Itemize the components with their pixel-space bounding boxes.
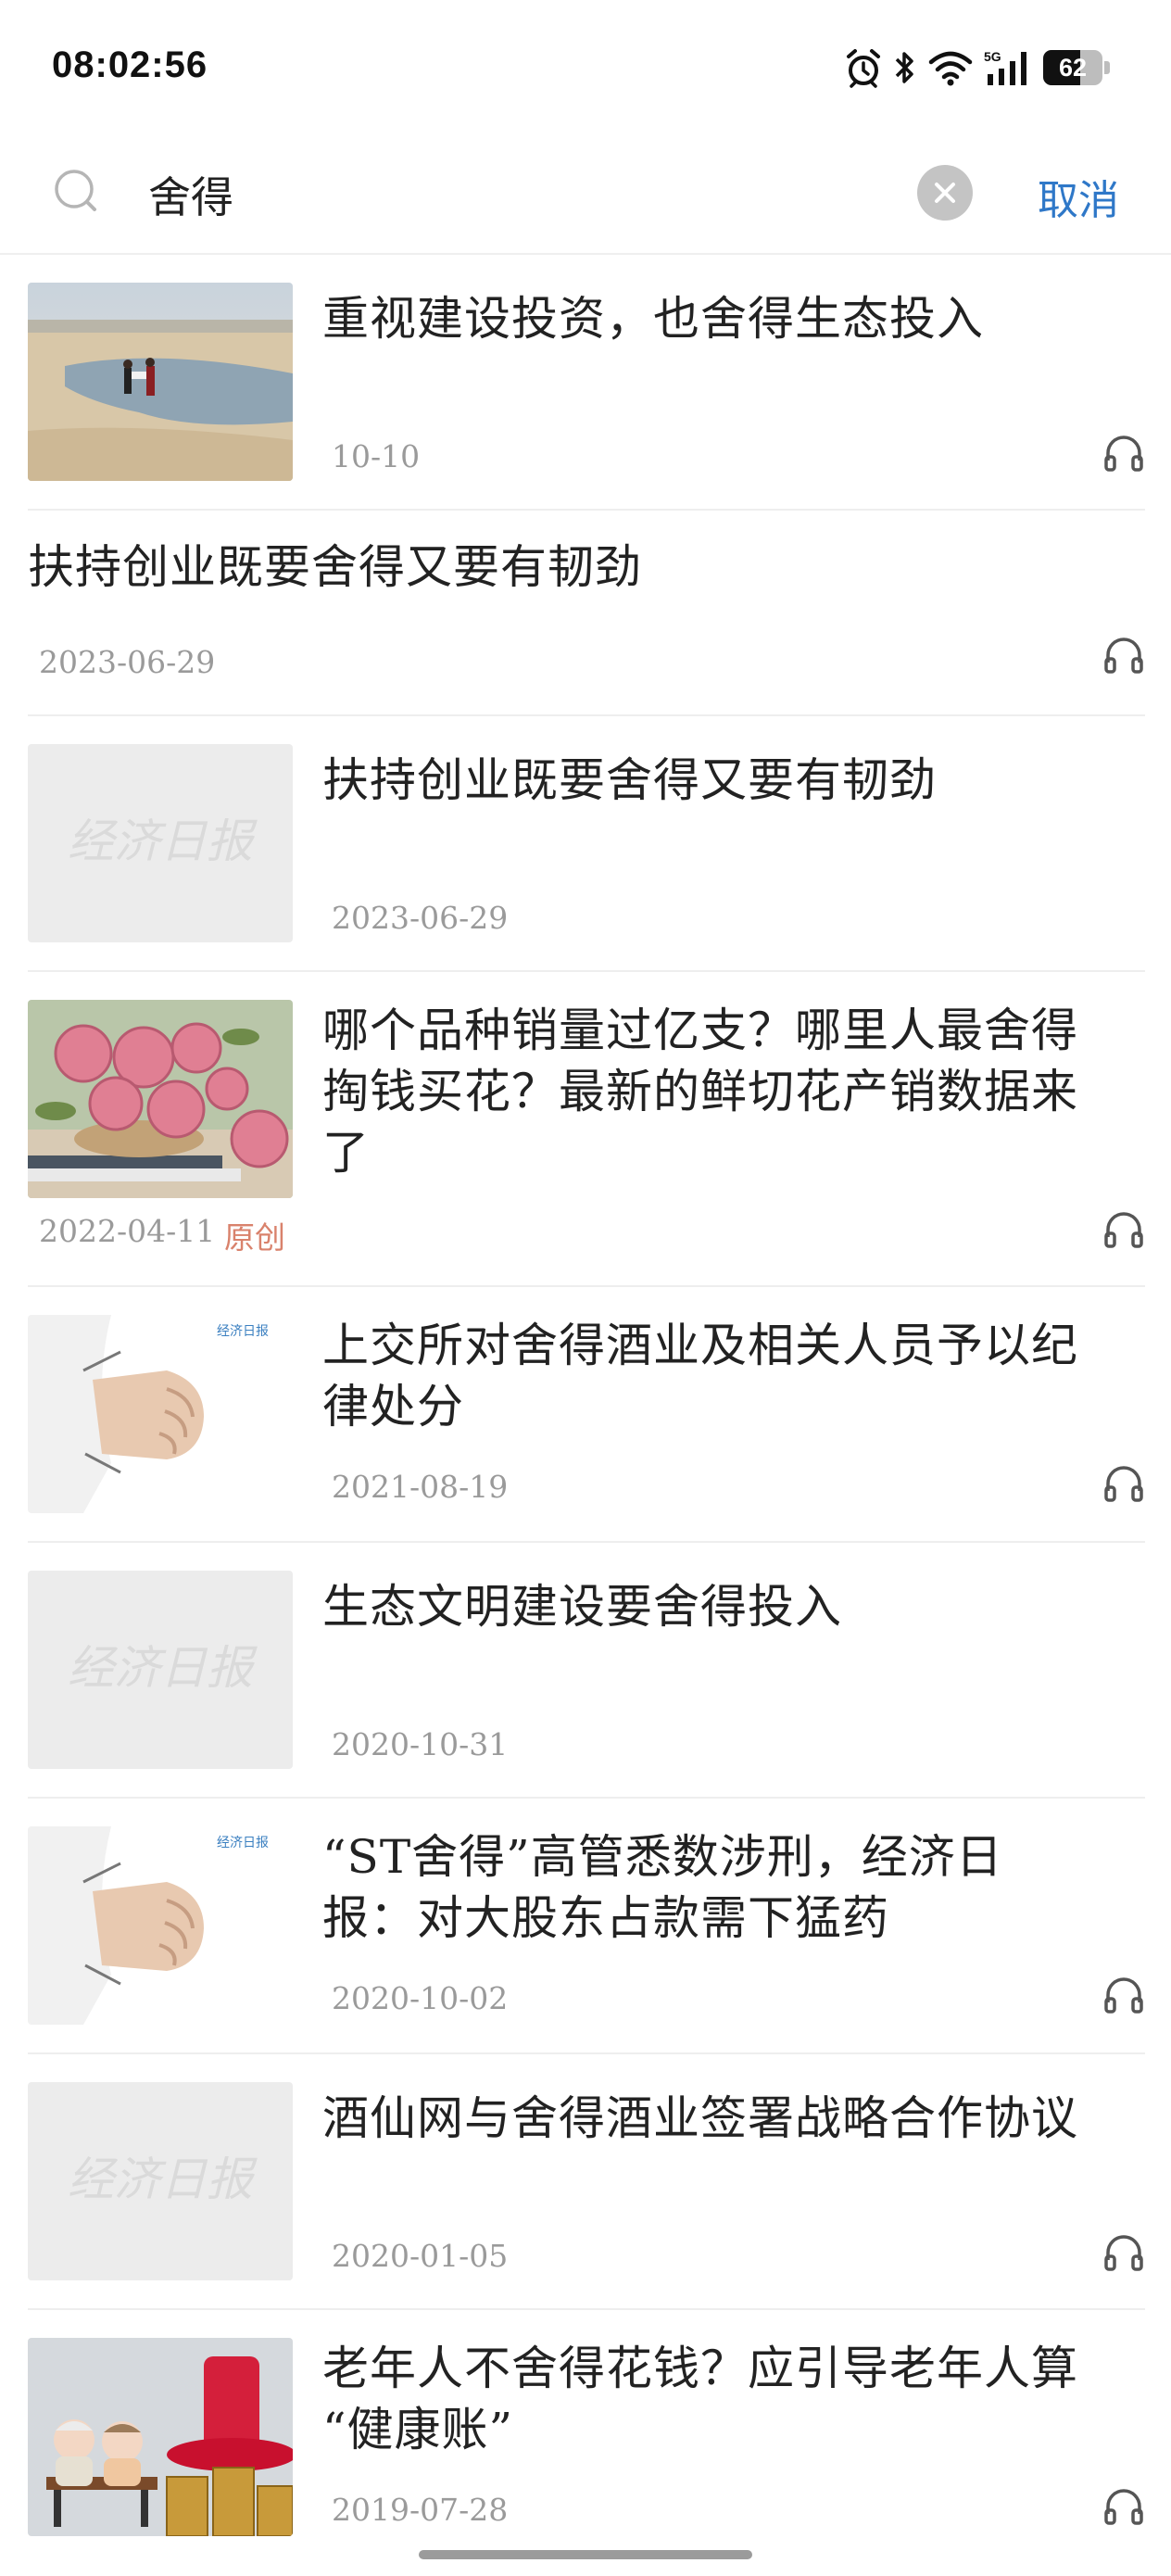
news-title: 生态文明建设要舍得投入 (322, 1580, 842, 1634)
list-item[interactable]: 扶持创业既要舍得又要有韧劲 2023-06-29 (28, 511, 1145, 716)
list-item[interactable]: 经济日报 上交所对舍得酒业及相关人员予以纪 律处分 2021-08-19 (28, 1287, 1145, 1543)
cancel-button[interactable]: 取消 (1038, 167, 1119, 226)
bluetooth-icon (895, 52, 913, 83)
close-icon (935, 183, 955, 203)
news-thumbnail-placeholder: 经济日报 (28, 744, 293, 942)
headphones-icon[interactable] (1102, 1973, 1145, 2015)
battery-level: 62 (1058, 54, 1088, 82)
news-thumbnail-elderly-coins (28, 2338, 293, 2536)
news-date: 2022-04-11 (39, 1213, 216, 1249)
network-type: 5G (984, 49, 1001, 64)
list-item[interactable]: 经济日报 酒仙网与舍得酒业签署战略合作协议 2020-01-05 (28, 2054, 1145, 2310)
headphones-icon[interactable] (1102, 2230, 1145, 2273)
headphones-icon[interactable] (1102, 1207, 1145, 1250)
news-thumbnail-desert-river (28, 283, 293, 481)
news-date: 2021-08-19 (332, 1469, 509, 1505)
cellular-5g-icon: 5G (984, 49, 1026, 85)
search-bar: 取消 (0, 139, 1171, 250)
status-bar: 08:02:56 5G 62 (0, 0, 1171, 130)
clear-search-button[interactable] (917, 165, 973, 221)
home-indicator[interactable] (419, 2550, 752, 2559)
battery-icon: 62 (1043, 50, 1110, 85)
list-item[interactable]: 重视建设投资，也舍得生态投入 10-10 (28, 255, 1145, 511)
news-date: 2020-01-05 (332, 2238, 509, 2274)
placeholder-logo: 经济日报 (68, 1641, 258, 1695)
news-date: 2020-10-31 (332, 1726, 509, 1762)
news-thumbnail-placeholder: 经济日报 (28, 1571, 293, 1769)
placeholder-logo: 经济日报 (68, 814, 258, 868)
headphones-icon[interactable] (1102, 2484, 1145, 2527)
headphones-icon[interactable] (1102, 1461, 1145, 1504)
headphones-icon[interactable] (1102, 633, 1145, 676)
news-title: 酒仙网与舍得酒业签署战略合作协议 (322, 2091, 1078, 2145)
list-item[interactable]: 老年人不舍得花钱？应引导老年人算 “健康账” 2019-07-28 (28, 2310, 1145, 2570)
news-thumbnail-fist: 经济日报 (28, 1826, 293, 2025)
stamp-logo: 经济日报 (217, 1324, 269, 1339)
news-thumbnail-fist: 经济日报 (28, 1315, 293, 1513)
news-date: 2023-06-29 (39, 644, 216, 680)
list-item[interactable]: 经济日报 生态文明建设要舍得投入 2020-10-31 (28, 1543, 1145, 1799)
placeholder-logo: 经济日报 (68, 2153, 258, 2206)
search-input[interactable] (148, 159, 889, 230)
list-item[interactable]: 经济日报 “ST舍得”高管悉数涉刑，经济日 报：对大股东占款需下猛药 2020-… (28, 1799, 1145, 2054)
news-thumbnail-placeholder: 经济日报 (28, 2082, 293, 2280)
status-time: 08:02:56 (52, 44, 208, 85)
stamp-logo: 经济日报 (217, 1836, 269, 1850)
news-title: 扶持创业既要舍得又要有韧劲 (322, 753, 937, 807)
search-icon (55, 170, 96, 211)
news-date: 2023-06-29 (332, 900, 509, 936)
headphones-icon[interactable] (1102, 431, 1145, 474)
list-item[interactable]: 经济日报 扶持创业既要舍得又要有韧劲 2023-06-29 (28, 716, 1145, 972)
alarm-icon (847, 49, 880, 88)
original-badge: 原创 (224, 1219, 285, 1256)
wifi-icon (928, 51, 973, 86)
news-date: 2020-10-02 (332, 1980, 509, 2016)
news-date: 10-10 (332, 438, 421, 474)
news-title: 扶持创业既要舍得又要有韧劲 (28, 540, 642, 594)
news-date: 2019-07-28 (332, 2492, 509, 2528)
list-item[interactable]: 哪个品种销量过亿支？哪里人最舍得 掏钱买花？最新的鲜切花产销数据来 了 2022… (28, 972, 1145, 1287)
status-icons: 5G 62 (845, 44, 1110, 91)
news-thumbnail-roses (28, 1000, 293, 1198)
news-title: 重视建设投资，也舍得生态投入 (322, 292, 984, 346)
